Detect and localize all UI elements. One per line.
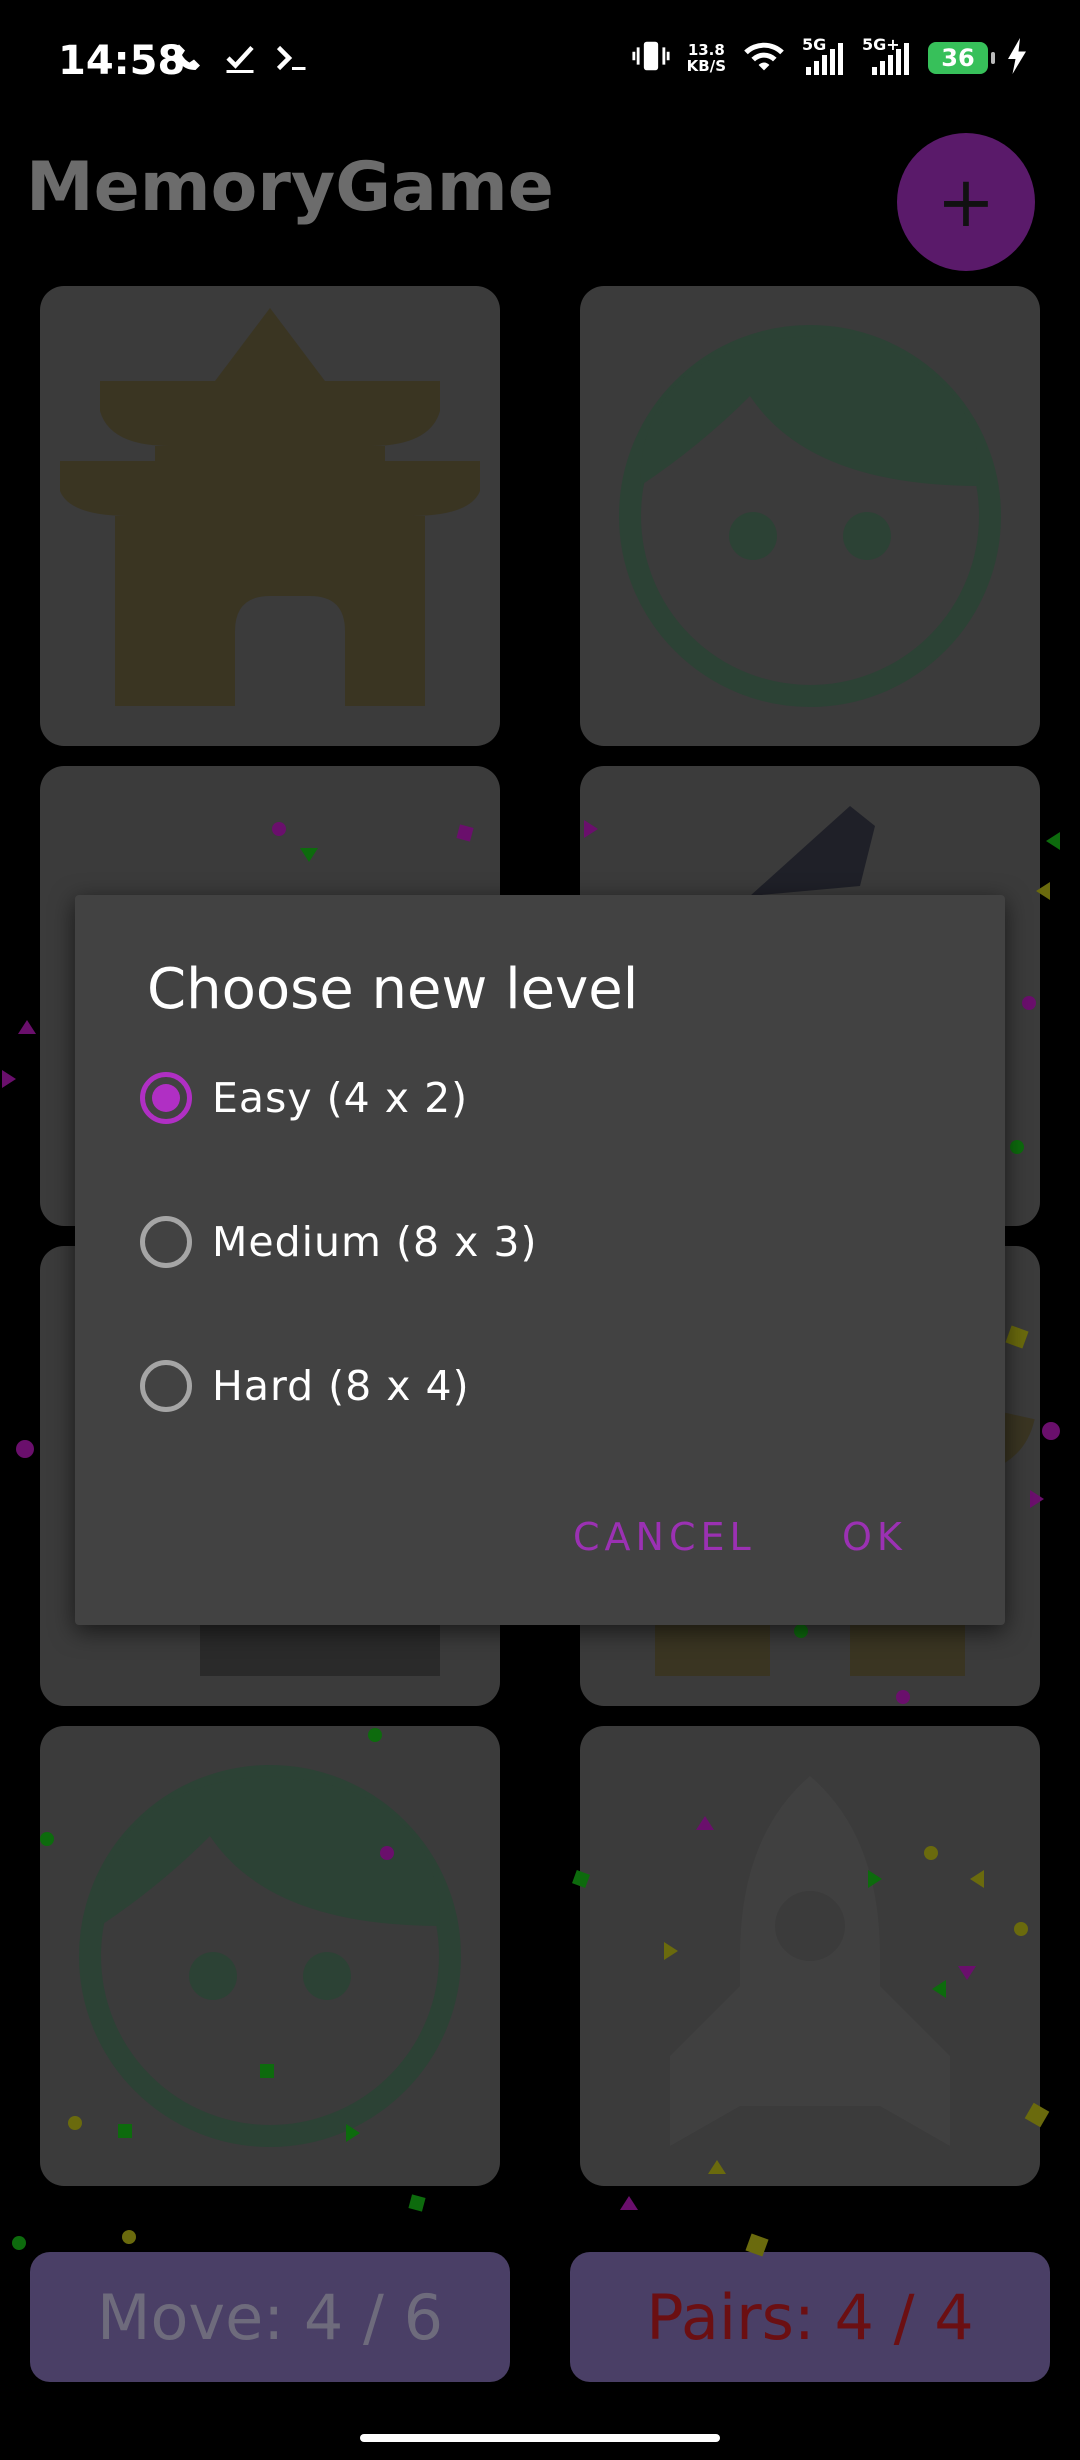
confetti-piece	[16, 1440, 34, 1458]
confetti-piece	[260, 2064, 274, 2078]
level-option-label: Medium (8 x 3)	[212, 1218, 538, 1266]
confetti-piece	[346, 2124, 360, 2142]
confetti-piece	[1010, 1140, 1024, 1154]
temple-icon	[60, 308, 480, 706]
memory-card[interactable]	[40, 1726, 500, 2186]
confetti-piece	[664, 1942, 678, 1960]
moves-counter: Move: 4 / 6	[30, 2252, 510, 2382]
dialog-title: Choose new level	[147, 957, 639, 1022]
memory-card[interactable]	[580, 1726, 1040, 2186]
home-indicator[interactable]	[360, 2434, 720, 2442]
pairs-counter: Pairs: 4 / 4	[570, 2252, 1050, 2382]
confetti-piece	[1014, 1922, 1028, 1936]
radio-selected-icon[interactable]	[140, 1072, 192, 1124]
confetti-piece	[68, 2116, 82, 2130]
level-option-easy[interactable]: Easy (4 x 2)	[140, 1053, 468, 1143]
confetti-piece	[958, 1966, 976, 1980]
confetti-piece	[1046, 832, 1060, 850]
pairs-text: Pairs: 4 / 4	[646, 2280, 974, 2354]
face-icon	[79, 1765, 461, 2147]
level-option-label: Hard (8 x 4)	[212, 1362, 470, 1410]
confetti-piece	[408, 2194, 426, 2212]
rocket-icon	[670, 1776, 950, 2146]
plus-icon: +	[936, 161, 996, 243]
confetti-piece	[1042, 1422, 1060, 1440]
confetti-piece	[932, 1980, 946, 1998]
level-option-medium[interactable]: Medium (8 x 3)	[140, 1197, 537, 1287]
app-title: MemoryGame	[26, 148, 554, 227]
confetti-piece	[380, 1846, 394, 1860]
confetti-piece	[12, 2236, 26, 2250]
radio-unselected-icon[interactable]	[140, 1216, 192, 1268]
choose-level-dialog: Choose new level Easy (4 x 2) Medium (8 …	[75, 895, 1005, 1625]
memory-card[interactable]	[580, 286, 1040, 746]
level-option-label: Easy (4 x 2)	[212, 1074, 469, 1122]
confetti-piece	[1030, 1490, 1044, 1508]
confetti-piece	[584, 820, 598, 838]
confetti-piece	[122, 2230, 136, 2244]
cancel-button[interactable]: CANCEL	[573, 1515, 756, 1559]
confetti-piece	[40, 1832, 54, 1846]
confetti-piece	[300, 848, 318, 862]
confetti-piece	[272, 822, 286, 836]
confetti-piece	[2, 1070, 16, 1088]
moves-text: Move: 4 / 6	[96, 2280, 444, 2354]
confetti-piece	[1036, 882, 1050, 900]
confetti-piece	[708, 2160, 726, 2174]
confetti-piece	[18, 1020, 36, 1034]
confetti-piece	[794, 1624, 808, 1638]
level-option-hard[interactable]: Hard (8 x 4)	[140, 1341, 470, 1431]
confetti-piece	[696, 1816, 714, 1830]
ok-button[interactable]: OK	[842, 1515, 907, 1559]
radio-unselected-icon[interactable]	[140, 1360, 192, 1412]
confetti-piece	[970, 1870, 984, 1888]
memory-card[interactable]	[40, 286, 500, 746]
new-game-button[interactable]: +	[897, 133, 1035, 271]
confetti-piece	[924, 1846, 938, 1860]
confetti-piece	[620, 2196, 638, 2210]
confetti-piece	[118, 2124, 132, 2138]
confetti-piece	[896, 1690, 910, 1704]
confetti-piece	[1022, 996, 1036, 1010]
face-icon	[619, 325, 1001, 707]
confetti-piece	[868, 1870, 882, 1888]
confetti-piece	[368, 1728, 382, 1742]
